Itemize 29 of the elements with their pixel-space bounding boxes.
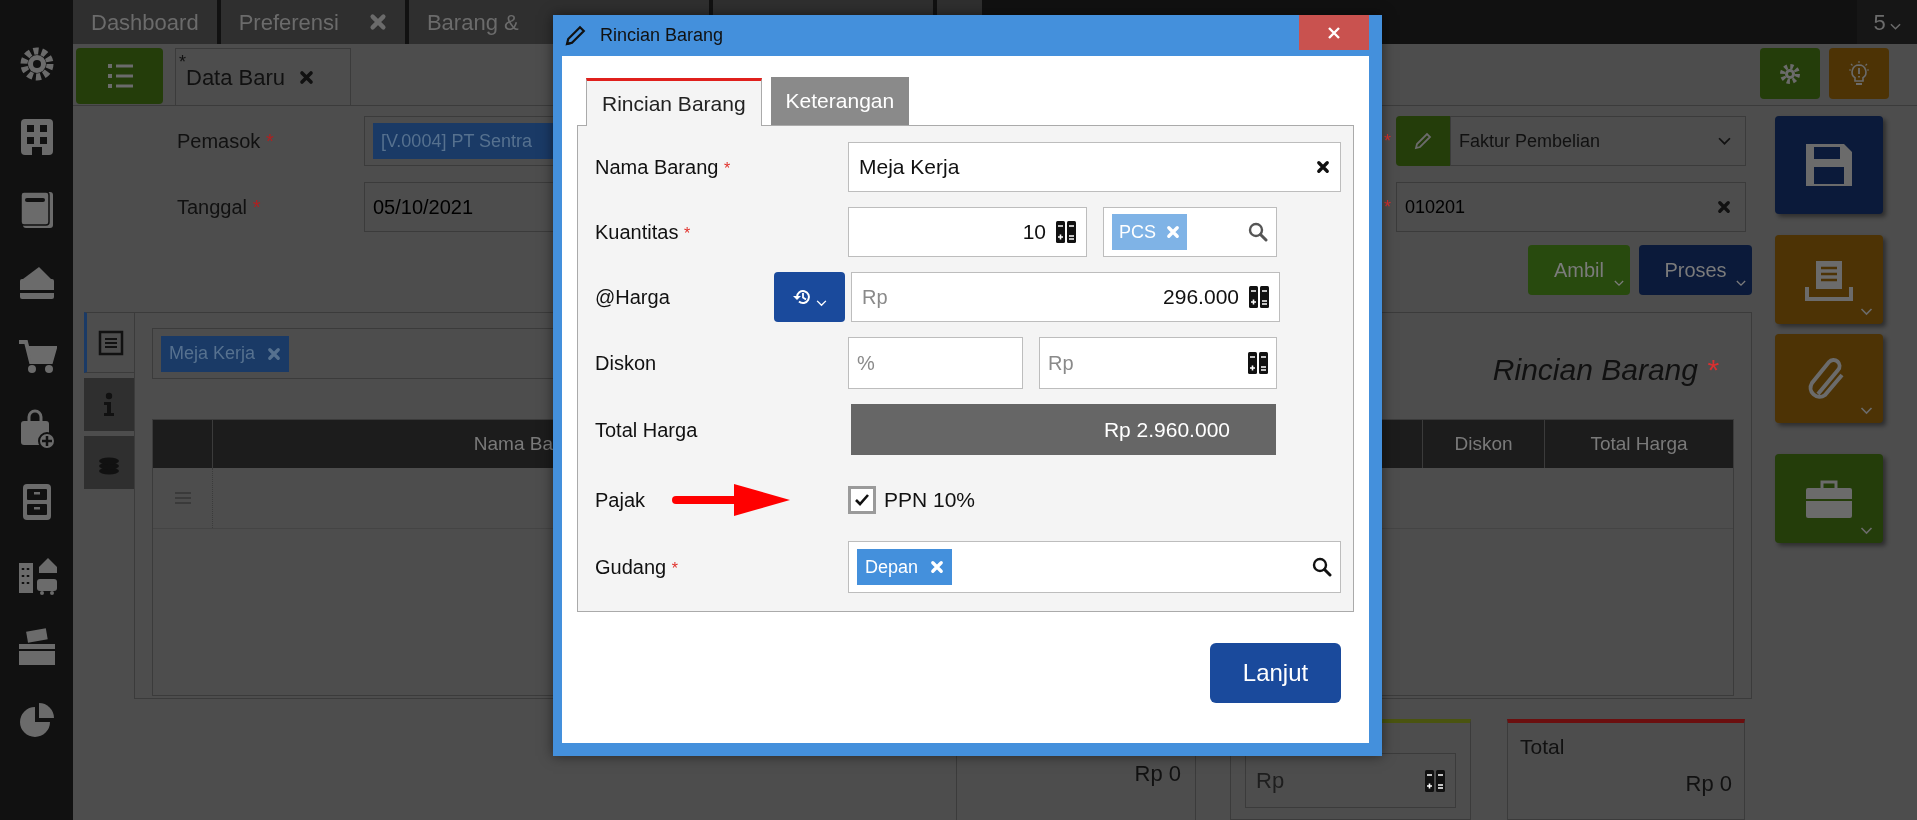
field-label: @Harga: [595, 286, 670, 308]
column-header: Total Harga: [1590, 431, 1688, 456]
warehouse-tag: Depan: [857, 549, 953, 585]
unit-tag: PCS: [1112, 214, 1187, 250]
required-mark: *: [683, 225, 691, 242]
required-mark: *: [1384, 130, 1391, 151]
required-mark: *: [1706, 353, 1718, 386]
required-mark: *: [723, 160, 731, 177]
field-label: Gudang *: [595, 556, 678, 578]
column-header: Nama Ba: [473, 431, 553, 456]
item-tag: Meja Kerja: [161, 335, 290, 372]
modified-mark: *: [179, 51, 186, 74]
field-label: Pemasok *: [177, 129, 275, 154]
required-mark: *: [1384, 196, 1391, 217]
required-mark: *: [265, 130, 274, 152]
dialog-title: Rincian Barang: [600, 24, 724, 47]
field-label: Pajak: [595, 488, 646, 513]
total-price-field: Rp 2.960.000: [851, 404, 1276, 455]
section-title: Rincian Barang *: [1492, 352, 1718, 388]
required-mark: *: [252, 196, 261, 218]
supplier-tag: [V.0004] PT Sentra: [373, 123, 553, 159]
field-label: Kuantitas *: [595, 221, 691, 243]
field-label: Nama Barang *: [595, 156, 731, 178]
field-label: Diskon: [595, 352, 657, 374]
field-label: Tanggal *: [177, 195, 262, 220]
total-panel: Total Rp 0: [1507, 719, 1745, 820]
required-mark: *: [671, 560, 678, 577]
column-header: Diskon: [1454, 431, 1513, 456]
field-label: Total Harga: [595, 418, 698, 441]
